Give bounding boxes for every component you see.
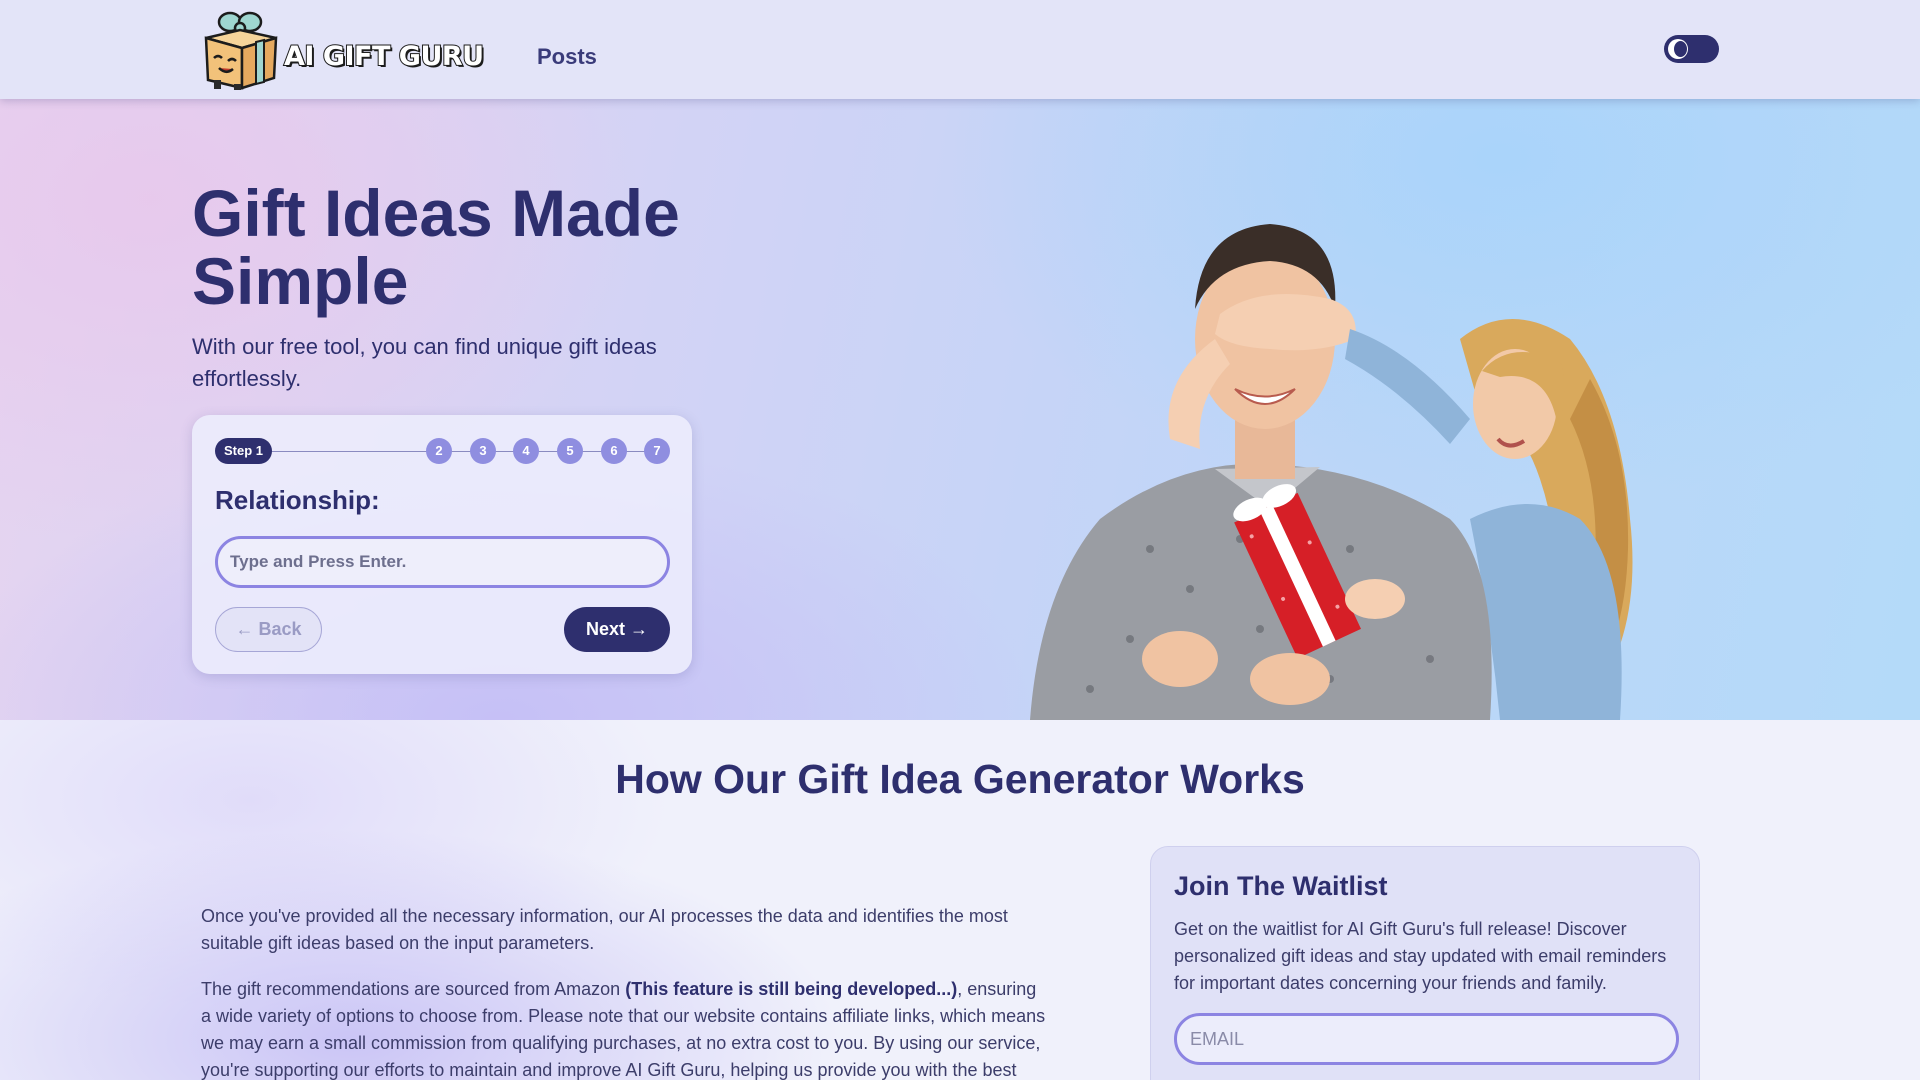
hero-subtitle: With our free tool, you can find unique … [192, 334, 657, 391]
theme-toggle[interactable] [1664, 35, 1719, 63]
step-current-badge: Step 1 [215, 438, 273, 464]
hero-title: Gift Ideas Made Simple [192, 176, 680, 318]
step-5-dot[interactable]: 5 [557, 438, 583, 464]
back-button[interactable]: ← Back [215, 607, 322, 652]
how-it-works-paragraph-1: Once you've provided all the necessary i… [201, 906, 1008, 953]
gift-wizard-card: Step 1 2 3 4 5 6 7 Relationship: ← Back … [192, 415, 692, 674]
waitlist-email-input[interactable] [1174, 1013, 1679, 1065]
how-it-works-section: How Our Gift Idea Generator Works Once y… [0, 720, 1920, 1080]
nav-posts-link[interactable]: Posts [537, 44, 597, 70]
step-4-dot[interactable]: 4 [513, 438, 539, 464]
step-7-dot[interactable]: 7 [644, 438, 670, 464]
hero-couple-photo [1030, 224, 1633, 720]
step-2-dot[interactable]: 2 [426, 438, 452, 464]
waitlist-title: Join The Waitlist [1174, 871, 1388, 901]
relationship-input[interactable] [215, 536, 670, 588]
waitlist-card: Join The Waitlist Get on the waitlist fo… [1150, 846, 1700, 1080]
how-it-works-paragraph-2: The gift recommendations are sourced fro… [201, 976, 1051, 1080]
step-progress: Step 1 2 3 4 5 6 7 [215, 438, 670, 464]
site-logo[interactable]: AI GIFT GURU [200, 8, 485, 90]
next-button[interactable]: Next → [564, 607, 670, 652]
moon-icon [1668, 39, 1688, 59]
para2-text-start: The gift recommendations are sourced fro… [201, 979, 626, 999]
how-it-works-title: How Our Gift Idea Generator Works [615, 756, 1305, 802]
waitlist-description: Get on the waitlist for AI Gift Guru's f… [1174, 919, 1667, 993]
step-6-dot[interactable]: 6 [601, 438, 627, 464]
gift-box-mascot-icon [204, 11, 278, 90]
relationship-label: Relationship: [215, 485, 380, 515]
hero-section: Gift Ideas Made Simple With our free too… [0, 99, 1920, 720]
step-3-dot[interactable]: 3 [470, 438, 496, 464]
site-header: AI GIFT GURU Posts [0, 0, 1920, 99]
logo-wordmark: AI GIFT GURU [283, 40, 485, 73]
para2-bold-note: (This feature is still being developed..… [625, 979, 958, 999]
